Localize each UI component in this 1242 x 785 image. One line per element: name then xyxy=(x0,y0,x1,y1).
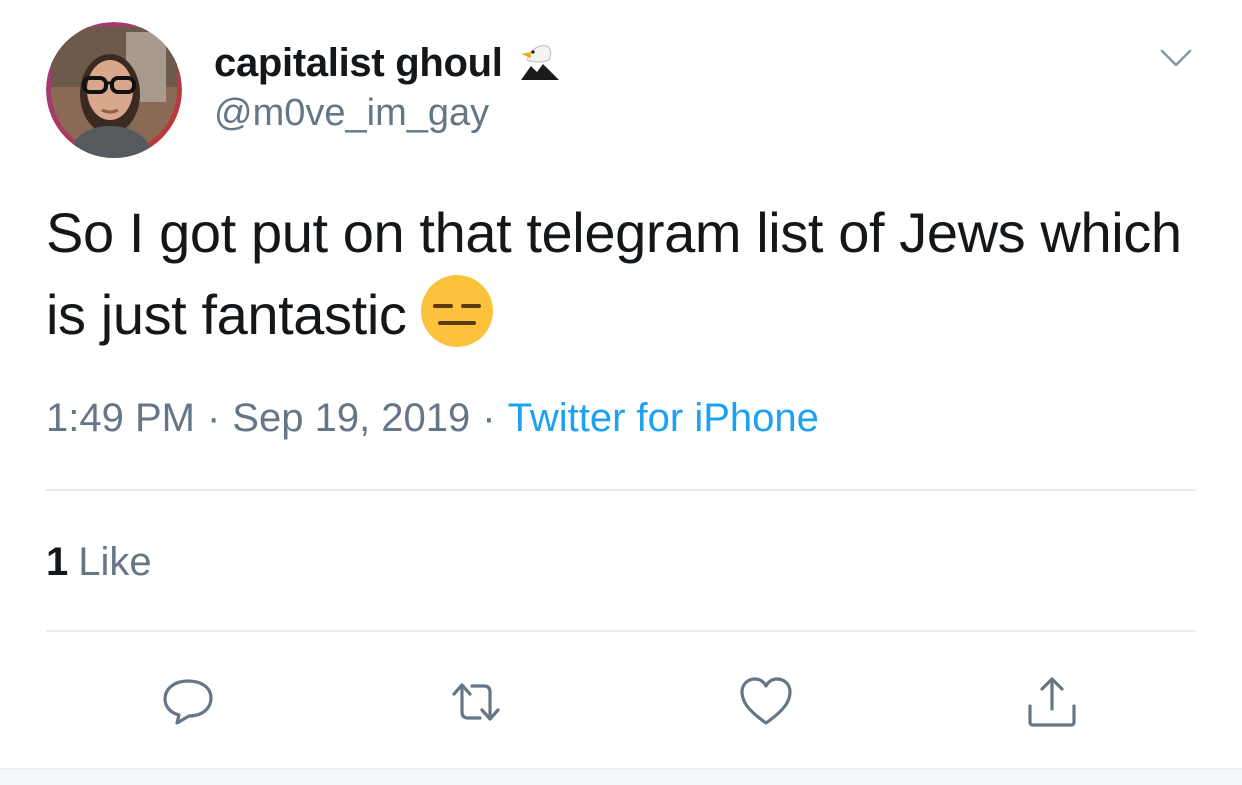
display-name[interactable]: capitalist ghoul xyxy=(214,41,503,86)
divider xyxy=(46,489,1196,491)
expressionless-face-icon xyxy=(420,274,494,348)
action-bar xyxy=(0,676,1242,728)
eagle-icon xyxy=(517,40,563,86)
tweet-date[interactable]: Sep 19, 2019 xyxy=(232,396,470,440)
like-count: 1 xyxy=(46,540,69,584)
retweet-icon[interactable] xyxy=(448,676,504,728)
tweet-detail: capitalist ghoul @m0ve_im_gay So I got p… xyxy=(0,0,1242,785)
heart-icon[interactable] xyxy=(738,676,794,728)
like-count-link[interactable]: 1 Like xyxy=(46,540,152,585)
tweet-meta: 1:49 PM · Sep 19, 2019 · Twitter for iPhone xyxy=(46,396,819,441)
tweet-source-link[interactable]: Twitter for iPhone xyxy=(508,396,819,440)
tweet-text: So I got put on that telegram list of Je… xyxy=(46,192,1206,356)
like-label: Like xyxy=(78,540,152,584)
next-section-background xyxy=(0,770,1242,785)
tweet-body: So I got put on that telegram list of Je… xyxy=(46,201,1182,346)
reply-icon[interactable] xyxy=(160,676,216,728)
chevron-down-icon[interactable] xyxy=(1156,38,1196,78)
share-icon[interactable] xyxy=(1024,676,1080,728)
avatar[interactable] xyxy=(46,22,182,158)
author-handle[interactable]: @m0ve_im_gay xyxy=(214,92,489,135)
tweet-time: 1:49 PM xyxy=(46,396,195,440)
meta-separator: · xyxy=(206,396,221,440)
author-name-row: capitalist ghoul xyxy=(214,36,563,90)
divider xyxy=(46,630,1196,632)
meta-separator: · xyxy=(482,396,496,440)
